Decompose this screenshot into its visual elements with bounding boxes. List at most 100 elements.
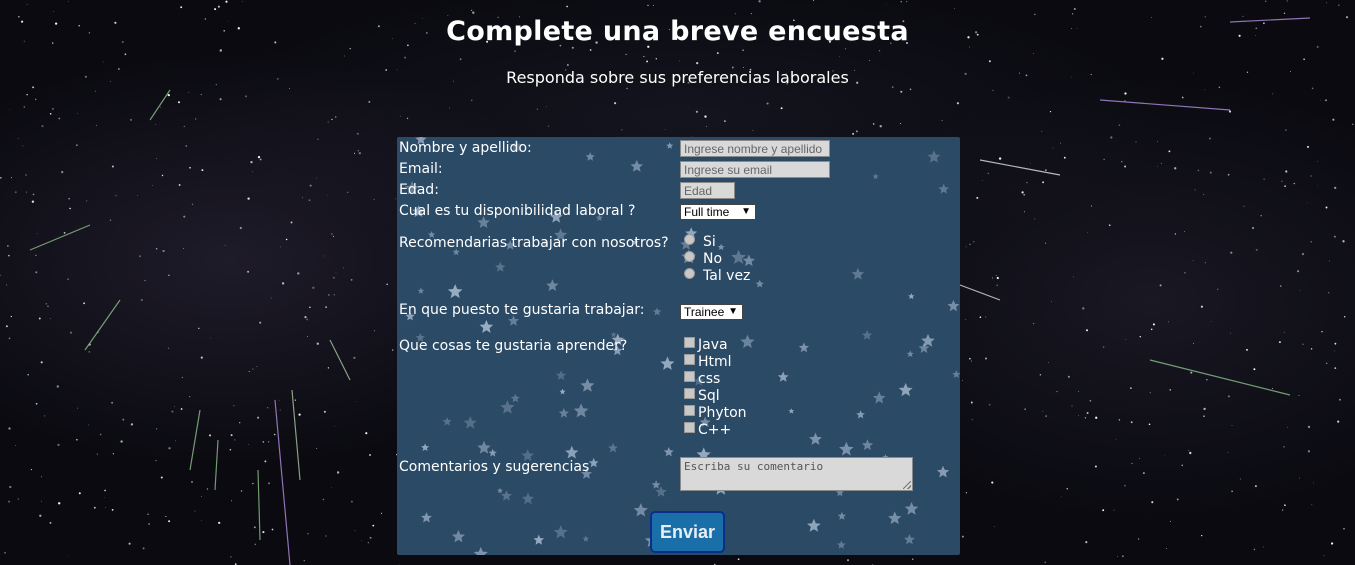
learn-option-label: Java — [698, 337, 728, 353]
resize-grip-icon[interactable] — [903, 481, 911, 489]
sky-star — [1282, 509, 1284, 511]
radio-button[interactable] — [684, 268, 695, 279]
sky-star — [50, 317, 52, 319]
sky-star — [470, 99, 473, 102]
sky-star — [147, 513, 149, 515]
availability-select[interactable]: Full time ▼ — [680, 204, 756, 220]
sky-star — [280, 246, 282, 248]
sky-star — [855, 130, 858, 133]
learn-option-phyton[interactable]: Phyton — [684, 405, 747, 422]
recommend-option-tal-vez[interactable]: Tal vez — [684, 268, 750, 285]
sky-star — [372, 524, 375, 527]
sky-star — [1200, 305, 1203, 308]
sky-star — [30, 469, 32, 471]
sky-star — [224, 244, 226, 246]
sky-star — [201, 169, 204, 172]
sky-star — [333, 294, 335, 296]
position-selected-value: Trainee — [684, 305, 725, 319]
sky-star — [1193, 342, 1195, 344]
sky-star — [1157, 141, 1159, 143]
sky-star — [160, 106, 162, 108]
sky-star — [180, 6, 183, 9]
learn-option-html[interactable]: Html — [684, 354, 732, 371]
sky-star — [156, 428, 158, 430]
sky-star — [1049, 111, 1052, 113]
position-select[interactable]: Trainee ▼ — [680, 304, 743, 320]
radio-button[interactable] — [684, 251, 695, 262]
sky-star — [219, 98, 222, 101]
sky-star — [112, 453, 115, 455]
sky-star — [567, 64, 569, 66]
sky-star — [1045, 415, 1048, 418]
sky-star — [1124, 100, 1126, 102]
sky-star — [1026, 181, 1028, 184]
sky-star — [49, 521, 52, 524]
sky-star — [40, 361, 43, 364]
sky-star — [1149, 392, 1151, 394]
sky-star — [1301, 252, 1305, 256]
sky-star — [304, 315, 307, 319]
checkbox[interactable] — [684, 422, 695, 433]
pattern-star — [809, 432, 822, 445]
sky-star — [67, 278, 69, 281]
checkbox[interactable] — [684, 405, 695, 416]
pattern-star — [798, 342, 809, 353]
sky-star — [316, 448, 318, 449]
pattern-star — [610, 331, 617, 338]
email-input[interactable] — [680, 161, 830, 178]
learn-option-java[interactable]: Java — [684, 337, 728, 354]
sky-star — [1334, 342, 1337, 345]
sky-star — [1137, 538, 1140, 540]
sky-star — [332, 276, 335, 279]
sky-star — [1078, 415, 1079, 416]
sky-star — [886, 4, 888, 5]
name-input[interactable] — [680, 140, 830, 157]
sky-star — [183, 125, 186, 128]
sky-star — [991, 277, 993, 279]
checkbox[interactable] — [684, 371, 695, 382]
sky-star — [1124, 92, 1127, 95]
recommend-option-no[interactable]: No — [684, 251, 722, 268]
sky-star — [1159, 284, 1162, 287]
sky-star — [1029, 162, 1031, 164]
age-input[interactable] — [680, 182, 735, 199]
pattern-star — [777, 371, 789, 382]
recommend-option-si[interactable]: Si — [684, 234, 716, 251]
sky-star — [1206, 379, 1208, 381]
sky-star — [328, 294, 330, 296]
learn-option-sql[interactable]: Sql — [684, 388, 720, 405]
sky-star — [14, 191, 17, 194]
sky-star — [472, 11, 475, 14]
pattern-star — [565, 445, 579, 459]
sky-star — [252, 368, 254, 370]
sky-star — [1073, 8, 1076, 10]
sky-star — [1033, 52, 1035, 54]
sky-star — [1188, 450, 1190, 452]
learn-option-css[interactable]: css — [684, 371, 720, 388]
checkbox[interactable] — [684, 388, 695, 399]
sky-star — [242, 1, 244, 2]
sky-star — [327, 367, 330, 369]
sky-star — [1168, 150, 1171, 153]
sky-star — [1325, 206, 1328, 209]
sky-star — [69, 331, 73, 334]
comments-textarea[interactable]: Escriba su comentario — [680, 457, 913, 491]
sky-star — [191, 203, 194, 205]
submit-button[interactable]: Enviar — [650, 511, 725, 553]
learn-option-cpp[interactable]: C++ — [684, 422, 731, 439]
sky-star — [988, 403, 991, 406]
radio-button[interactable] — [684, 234, 695, 245]
checkbox[interactable] — [684, 337, 695, 348]
meteor-streak — [84, 299, 121, 351]
sky-star — [32, 193, 35, 196]
sky-star — [189, 166, 191, 169]
sky-star — [911, 558, 914, 560]
pattern-star — [633, 503, 648, 517]
sky-star — [31, 200, 35, 203]
checkbox[interactable] — [684, 354, 695, 365]
sky-star — [614, 102, 617, 105]
sky-star — [1023, 193, 1026, 196]
sky-star — [1189, 451, 1192, 455]
sky-star — [312, 286, 315, 289]
sky-star — [129, 118, 133, 121]
